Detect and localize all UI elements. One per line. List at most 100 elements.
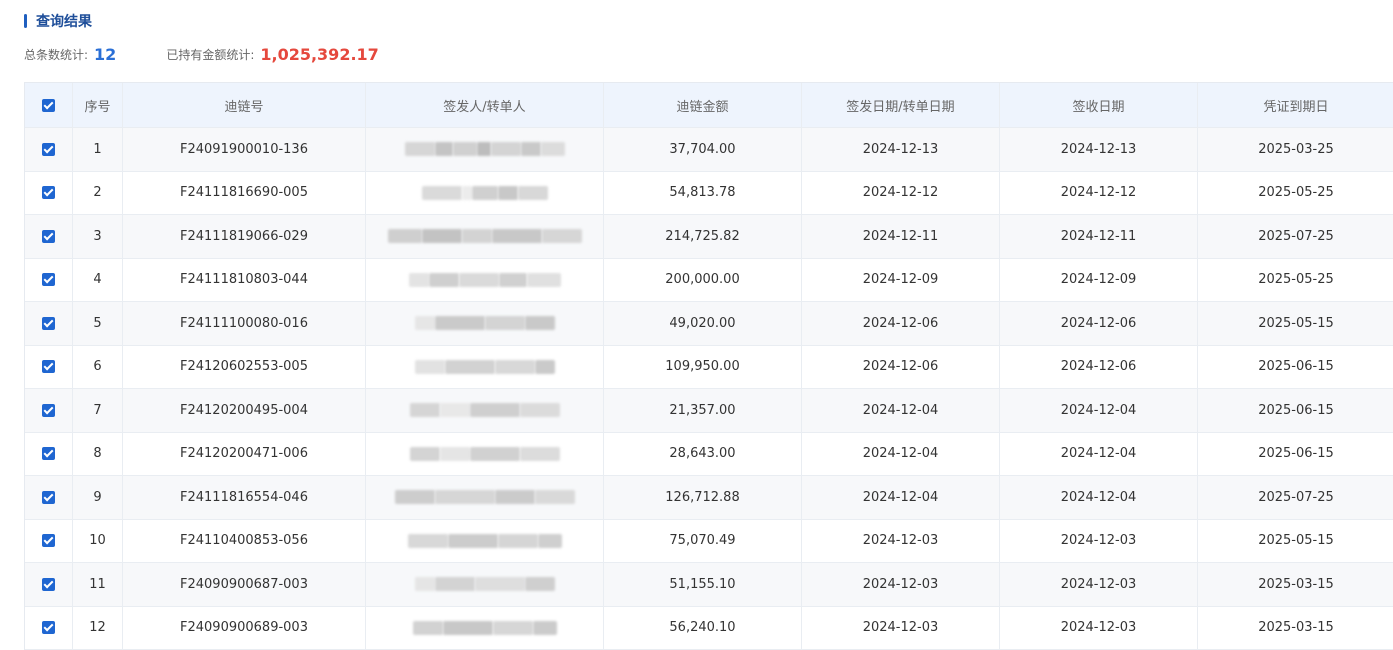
redaction-block xyxy=(408,534,448,548)
row-checkbox[interactable] xyxy=(42,491,55,504)
row-checkbox[interactable] xyxy=(42,578,55,591)
row-checkbox[interactable] xyxy=(42,534,55,547)
row-issue-date: 2024-12-04 xyxy=(802,389,1000,432)
header-col: 迪链号 xyxy=(123,83,366,127)
table-row[interactable]: 1F24091900010-13637,704.002024-12-132024… xyxy=(25,128,1393,172)
row-issue-date: 2024-12-04 xyxy=(802,433,1000,476)
table-row[interactable]: 6F24120602553-005109,950.002024-12-06202… xyxy=(25,346,1393,390)
redaction-block xyxy=(405,142,435,156)
row-select-cell[interactable] xyxy=(25,476,73,519)
header-col: 签发人/转单人 xyxy=(366,83,604,127)
row-amount: 214,725.82 xyxy=(604,215,802,258)
row-issuer-redacted xyxy=(366,172,604,215)
redaction-block xyxy=(518,186,548,200)
redaction-block xyxy=(495,490,535,504)
select-all-checkbox[interactable] xyxy=(42,99,55,112)
row-checkbox[interactable] xyxy=(42,143,55,156)
row-issuer-redacted xyxy=(366,346,604,389)
header-col: 序号 xyxy=(73,83,123,127)
row-checkbox[interactable] xyxy=(42,621,55,634)
table-row[interactable]: 10F24110400853-05675,070.492024-12-03202… xyxy=(25,520,1393,564)
header-col: 凭证到期日 xyxy=(1198,83,1393,127)
row-due-date: 2025-05-15 xyxy=(1198,520,1393,563)
row-issuer-redacted xyxy=(366,302,604,345)
row-id: F24090900689-003 xyxy=(123,607,366,650)
table-row[interactable]: 3F24111819066-029214,725.822024-12-11202… xyxy=(25,215,1393,259)
row-issue-date: 2024-12-13 xyxy=(802,128,1000,171)
row-checkbox[interactable] xyxy=(42,230,55,243)
section-title: 查询结果 xyxy=(24,12,92,30)
row-due-date: 2025-06-15 xyxy=(1198,389,1393,432)
row-issuer-redacted xyxy=(366,389,604,432)
row-checkbox[interactable] xyxy=(42,186,55,199)
row-select-cell[interactable] xyxy=(25,520,73,563)
row-issue-date: 2024-12-03 xyxy=(802,607,1000,650)
row-sign-date: 2024-12-03 xyxy=(1000,563,1198,606)
table-row[interactable]: 9F24111816554-046126,712.882024-12-04202… xyxy=(25,476,1393,520)
redaction-block xyxy=(475,577,525,591)
row-select-cell[interactable] xyxy=(25,302,73,345)
row-due-date: 2025-03-15 xyxy=(1198,607,1393,650)
row-no: 7 xyxy=(73,389,123,432)
row-select-cell[interactable] xyxy=(25,433,73,476)
table-row[interactable]: 12F24090900689-00356,240.102024-12-03202… xyxy=(25,607,1393,650)
row-sign-date: 2024-12-03 xyxy=(1000,520,1198,563)
row-select-cell[interactable] xyxy=(25,259,73,302)
row-issue-date: 2024-12-04 xyxy=(802,476,1000,519)
table-row[interactable]: 4F24111810803-044200,000.002024-12-09202… xyxy=(25,259,1393,303)
header-col: 迪链金额 xyxy=(604,83,802,127)
row-due-date: 2025-05-15 xyxy=(1198,302,1393,345)
table-row[interactable]: 8F24120200471-00628,643.002024-12-042024… xyxy=(25,433,1393,477)
redaction-block xyxy=(443,621,493,635)
row-amount: 75,070.49 xyxy=(604,520,802,563)
row-id: F24110400853-056 xyxy=(123,520,366,563)
row-due-date: 2025-06-15 xyxy=(1198,433,1393,476)
row-select-cell[interactable] xyxy=(25,215,73,258)
redaction-block xyxy=(535,490,575,504)
redaction-block xyxy=(493,621,533,635)
row-id: F24111100080-016 xyxy=(123,302,366,345)
row-sign-date: 2024-12-09 xyxy=(1000,259,1198,302)
row-checkbox[interactable] xyxy=(42,273,55,286)
row-sign-date: 2024-12-06 xyxy=(1000,302,1198,345)
redaction-block xyxy=(445,360,495,374)
row-select-cell[interactable] xyxy=(25,128,73,171)
row-sign-date: 2024-12-13 xyxy=(1000,128,1198,171)
row-no: 8 xyxy=(73,433,123,476)
table-row[interactable]: 5F24111100080-01649,020.002024-12-062024… xyxy=(25,302,1393,346)
row-select-cell[interactable] xyxy=(25,172,73,215)
table-row[interactable]: 2F24111816690-00554,813.782024-12-122024… xyxy=(25,172,1393,216)
row-id: F24111810803-044 xyxy=(123,259,366,302)
row-select-cell[interactable] xyxy=(25,563,73,606)
row-id: F24111819066-029 xyxy=(123,215,366,258)
row-checkbox[interactable] xyxy=(42,317,55,330)
results-table: 序号 迪链号 签发人/转单人 迪链金额 签发日期/转单日期 签收日期 凭证到期日… xyxy=(24,82,1393,650)
redaction-block xyxy=(521,142,541,156)
row-sign-date: 2024-12-04 xyxy=(1000,476,1198,519)
row-checkbox[interactable] xyxy=(42,447,55,460)
redaction-block xyxy=(525,316,555,330)
redaction-block xyxy=(410,403,440,417)
row-select-cell[interactable] xyxy=(25,389,73,432)
header-select-all[interactable] xyxy=(25,83,73,127)
table-row[interactable]: 7F24120200495-00421,357.002024-12-042024… xyxy=(25,389,1393,433)
row-select-cell[interactable] xyxy=(25,346,73,389)
redaction-block xyxy=(477,142,491,156)
row-amount: 109,950.00 xyxy=(604,346,802,389)
row-issuer-redacted xyxy=(366,520,604,563)
row-no: 2 xyxy=(73,172,123,215)
header-col: 签发日期/转单日期 xyxy=(802,83,1000,127)
table-row[interactable]: 11F24090900687-00351,155.102024-12-03202… xyxy=(25,563,1393,607)
row-sign-date: 2024-12-11 xyxy=(1000,215,1198,258)
redaction-block xyxy=(495,360,535,374)
redaction-block xyxy=(535,360,555,374)
count-label: 总条数统计: xyxy=(24,46,88,63)
row-no: 6 xyxy=(73,346,123,389)
row-checkbox[interactable] xyxy=(42,404,55,417)
row-sign-date: 2024-12-04 xyxy=(1000,389,1198,432)
row-issue-date: 2024-12-11 xyxy=(802,215,1000,258)
row-select-cell[interactable] xyxy=(25,607,73,650)
row-issuer-redacted xyxy=(366,563,604,606)
redaction-block xyxy=(491,142,521,156)
row-checkbox[interactable] xyxy=(42,360,55,373)
